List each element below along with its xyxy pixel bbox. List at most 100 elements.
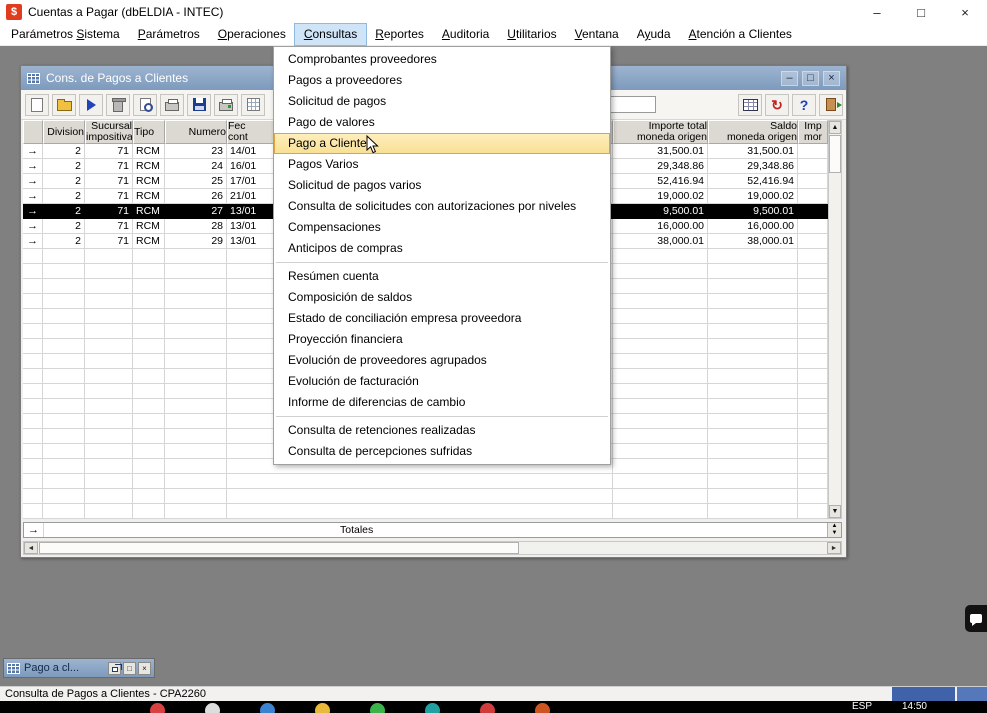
cell[interactable] (85, 474, 133, 489)
cell[interactable]: 52,416.94 (708, 174, 798, 189)
menu-item-pagos-a-proveedores[interactable]: Pagos a proveedores (274, 70, 610, 91)
cell[interactable]: 29 (165, 234, 227, 249)
cell[interactable]: 29,348.86 (708, 159, 798, 174)
cell[interactable] (165, 489, 227, 504)
cell[interactable]: 71 (85, 159, 133, 174)
scroll-left-icon[interactable]: ◄ (24, 542, 38, 554)
cell[interactable] (613, 429, 708, 444)
cell[interactable] (798, 159, 828, 174)
cell[interactable] (133, 369, 165, 384)
scroll-down-icon[interactable]: ▼ (829, 505, 841, 518)
cell[interactable] (43, 339, 85, 354)
cell[interactable] (133, 489, 165, 504)
cell[interactable] (613, 279, 708, 294)
cell[interactable] (798, 144, 828, 159)
cell[interactable]: 38,000.01 (708, 234, 798, 249)
cell[interactable] (798, 324, 828, 339)
cell[interactable] (613, 309, 708, 324)
cell[interactable] (85, 354, 133, 369)
cell[interactable] (23, 249, 43, 264)
cell[interactable] (43, 279, 85, 294)
cell[interactable] (85, 279, 133, 294)
cell[interactable] (23, 474, 43, 489)
menu-atención-a-clientes[interactable]: Atención a Clientes (680, 24, 801, 45)
cell[interactable] (708, 324, 798, 339)
menu-item-informe-de-diferencias-de-cambio[interactable]: Informe de diferencias de cambio (274, 392, 610, 413)
menu-item-consulta-de-retenciones-realizadas[interactable]: Consulta de retenciones realizadas (274, 420, 610, 441)
cell[interactable] (613, 474, 708, 489)
column-header-importe-total-moneda-origen[interactable]: Importe totalmoneda origen (613, 120, 708, 144)
cell[interactable] (85, 459, 133, 474)
cell[interactable]: 2 (43, 159, 85, 174)
menu-item-evolución-de-proveedores-agrupados[interactable]: Evolución de proveedores agrupados (274, 350, 610, 371)
cell[interactable] (43, 249, 85, 264)
cell[interactable]: 26 (165, 189, 227, 204)
cell[interactable] (798, 264, 828, 279)
minimize-button[interactable]: – (855, 0, 899, 24)
column-header-saldo-moneda-origen[interactable]: Saldomoneda origen (708, 120, 798, 144)
cell[interactable] (133, 354, 165, 369)
taskbar-icon[interactable] (535, 703, 550, 713)
save-button[interactable] (187, 94, 211, 116)
cell[interactable] (43, 399, 85, 414)
cell[interactable] (165, 474, 227, 489)
cell[interactable] (85, 309, 133, 324)
cell[interactable] (23, 489, 43, 504)
cell[interactable] (165, 384, 227, 399)
cell[interactable] (708, 339, 798, 354)
cell[interactable]: 16,000.00 (613, 219, 708, 234)
cell[interactable] (23, 399, 43, 414)
cell[interactable] (133, 264, 165, 279)
cell[interactable] (165, 399, 227, 414)
cell[interactable]: 9,500.01 (613, 204, 708, 219)
cell[interactable] (23, 414, 43, 429)
cell[interactable]: 71 (85, 219, 133, 234)
cell[interactable] (43, 309, 85, 324)
menu-item-anticipos-de-compras[interactable]: Anticipos de compras (274, 238, 610, 259)
cell[interactable] (613, 489, 708, 504)
cell[interactable]: 38,000.01 (613, 234, 708, 249)
cell[interactable] (165, 324, 227, 339)
cell[interactable] (23, 459, 43, 474)
minimized-maximize-button[interactable]: □ (123, 662, 136, 675)
cell[interactable] (133, 294, 165, 309)
print-setup-button[interactable] (214, 94, 238, 116)
cell[interactable]: → (23, 234, 43, 249)
cell[interactable] (613, 399, 708, 414)
spinner-down-icon[interactable]: ▼ (832, 530, 838, 537)
cell[interactable] (798, 249, 828, 264)
cell[interactable] (798, 189, 828, 204)
cell[interactable] (43, 474, 85, 489)
cell[interactable]: RCM (133, 159, 165, 174)
cell[interactable] (23, 444, 43, 459)
cell[interactable] (227, 474, 613, 489)
close-button[interactable]: × (943, 0, 987, 24)
taskbar-icon[interactable] (370, 703, 385, 713)
horizontal-scrollbar[interactable]: ◄ ► (23, 541, 842, 555)
menu-item-compensaciones[interactable]: Compensaciones (274, 217, 610, 238)
cell[interactable]: 19,000.02 (708, 189, 798, 204)
menu-item-pagos-varios[interactable]: Pagos Varios (274, 154, 610, 175)
cell[interactable] (708, 459, 798, 474)
cell[interactable]: 9,500.01 (708, 204, 798, 219)
cell[interactable] (165, 369, 227, 384)
cell[interactable] (613, 264, 708, 279)
cell[interactable] (708, 489, 798, 504)
totals-spinner[interactable]: ▲ ▼ (827, 523, 841, 537)
cell[interactable] (165, 279, 227, 294)
cell[interactable] (798, 399, 828, 414)
cell[interactable] (798, 444, 828, 459)
menu-utilitarios[interactable]: Utilitarios (498, 24, 565, 45)
cell[interactable] (23, 354, 43, 369)
cell[interactable] (165, 264, 227, 279)
cell[interactable]: 2 (43, 219, 85, 234)
cell[interactable]: 71 (85, 174, 133, 189)
cell[interactable] (798, 429, 828, 444)
cell[interactable] (613, 444, 708, 459)
cell[interactable] (85, 429, 133, 444)
menu-parámetros[interactable]: Parámetros (129, 24, 209, 45)
cell[interactable]: 52,416.94 (613, 174, 708, 189)
cell[interactable] (133, 324, 165, 339)
cell[interactable] (708, 414, 798, 429)
table-row-empty[interactable] (23, 504, 828, 519)
